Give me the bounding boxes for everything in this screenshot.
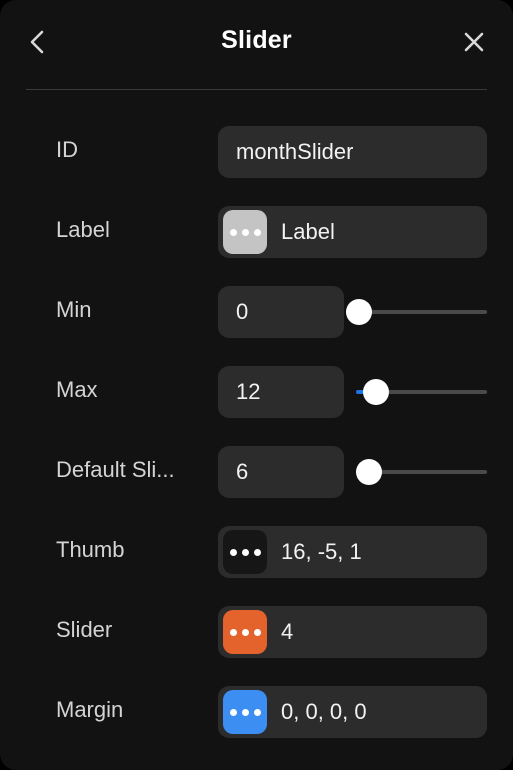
slider-thumb[interactable] xyxy=(356,459,383,485)
property-value-text: 0, 0, 0, 0 xyxy=(281,699,367,724)
property-value-input[interactable]: 4 xyxy=(218,606,487,658)
property-row-label: Slider xyxy=(56,617,113,642)
property-number-input[interactable]: 6 xyxy=(218,446,344,498)
property-number-input[interactable]: 0 xyxy=(218,286,344,338)
close-button[interactable] xyxy=(453,20,495,64)
ellipsis-icon[interactable] xyxy=(223,210,267,254)
header-divider xyxy=(26,89,487,90)
property-number-input[interactable]: 12 xyxy=(218,366,344,418)
property-value-input[interactable]: 0, 0, 0, 0 xyxy=(218,686,487,738)
property-value-text: 12 xyxy=(236,379,261,404)
slider-properties-panel: Slider ID monthSlider Label Label Min 0 Max 12 D… xyxy=(0,0,513,770)
slider-track[interactable] xyxy=(356,310,487,314)
property-row-label: Label xyxy=(56,217,110,242)
property-row-label: Default Sli... xyxy=(56,457,175,482)
property-row: Margin 0, 0, 0, 0 xyxy=(0,670,513,750)
property-slider[interactable] xyxy=(356,446,487,498)
property-row: Max 12 xyxy=(0,350,513,430)
property-row-label: Margin xyxy=(56,697,124,722)
property-value-input[interactable]: monthSlider xyxy=(218,126,487,178)
property-value-input[interactable]: 16, -5, 1 xyxy=(218,526,487,578)
slider-thumb[interactable] xyxy=(362,379,389,405)
property-value-text: 0 xyxy=(236,299,249,324)
property-value-text: 6 xyxy=(236,459,249,484)
property-row-label: ID xyxy=(56,137,78,162)
property-row: Label Label xyxy=(0,190,513,270)
ellipsis-icon[interactable] xyxy=(223,690,267,734)
property-value-input[interactable]: Label xyxy=(218,206,487,258)
property-row-label: Max xyxy=(56,377,98,402)
property-value-text: monthSlider xyxy=(236,139,354,164)
close-icon xyxy=(464,32,484,52)
property-row-label: Thumb xyxy=(56,537,125,562)
property-rows: ID monthSlider Label Label Min 0 Max 12 Default … xyxy=(0,110,513,750)
page-title: Slider xyxy=(221,26,292,54)
property-value-text: 4 xyxy=(281,619,294,644)
property-row: Default Sli... 6 xyxy=(0,430,513,510)
property-value-text: 16, -5, 1 xyxy=(281,539,362,564)
property-value-text: Label xyxy=(281,219,335,244)
property-row: Slider 4 xyxy=(0,590,513,670)
property-row: ID monthSlider xyxy=(0,110,513,190)
property-row: Thumb 16, -5, 1 xyxy=(0,510,513,590)
slider-thumb[interactable] xyxy=(345,299,372,325)
panel-header: Slider xyxy=(0,0,513,90)
ellipsis-icon[interactable] xyxy=(223,530,267,574)
property-slider[interactable] xyxy=(345,286,487,338)
property-slider[interactable] xyxy=(356,366,487,418)
ellipsis-icon[interactable] xyxy=(223,610,267,654)
property-row-label: Min xyxy=(56,297,92,322)
property-row: Min 0 xyxy=(0,270,513,350)
